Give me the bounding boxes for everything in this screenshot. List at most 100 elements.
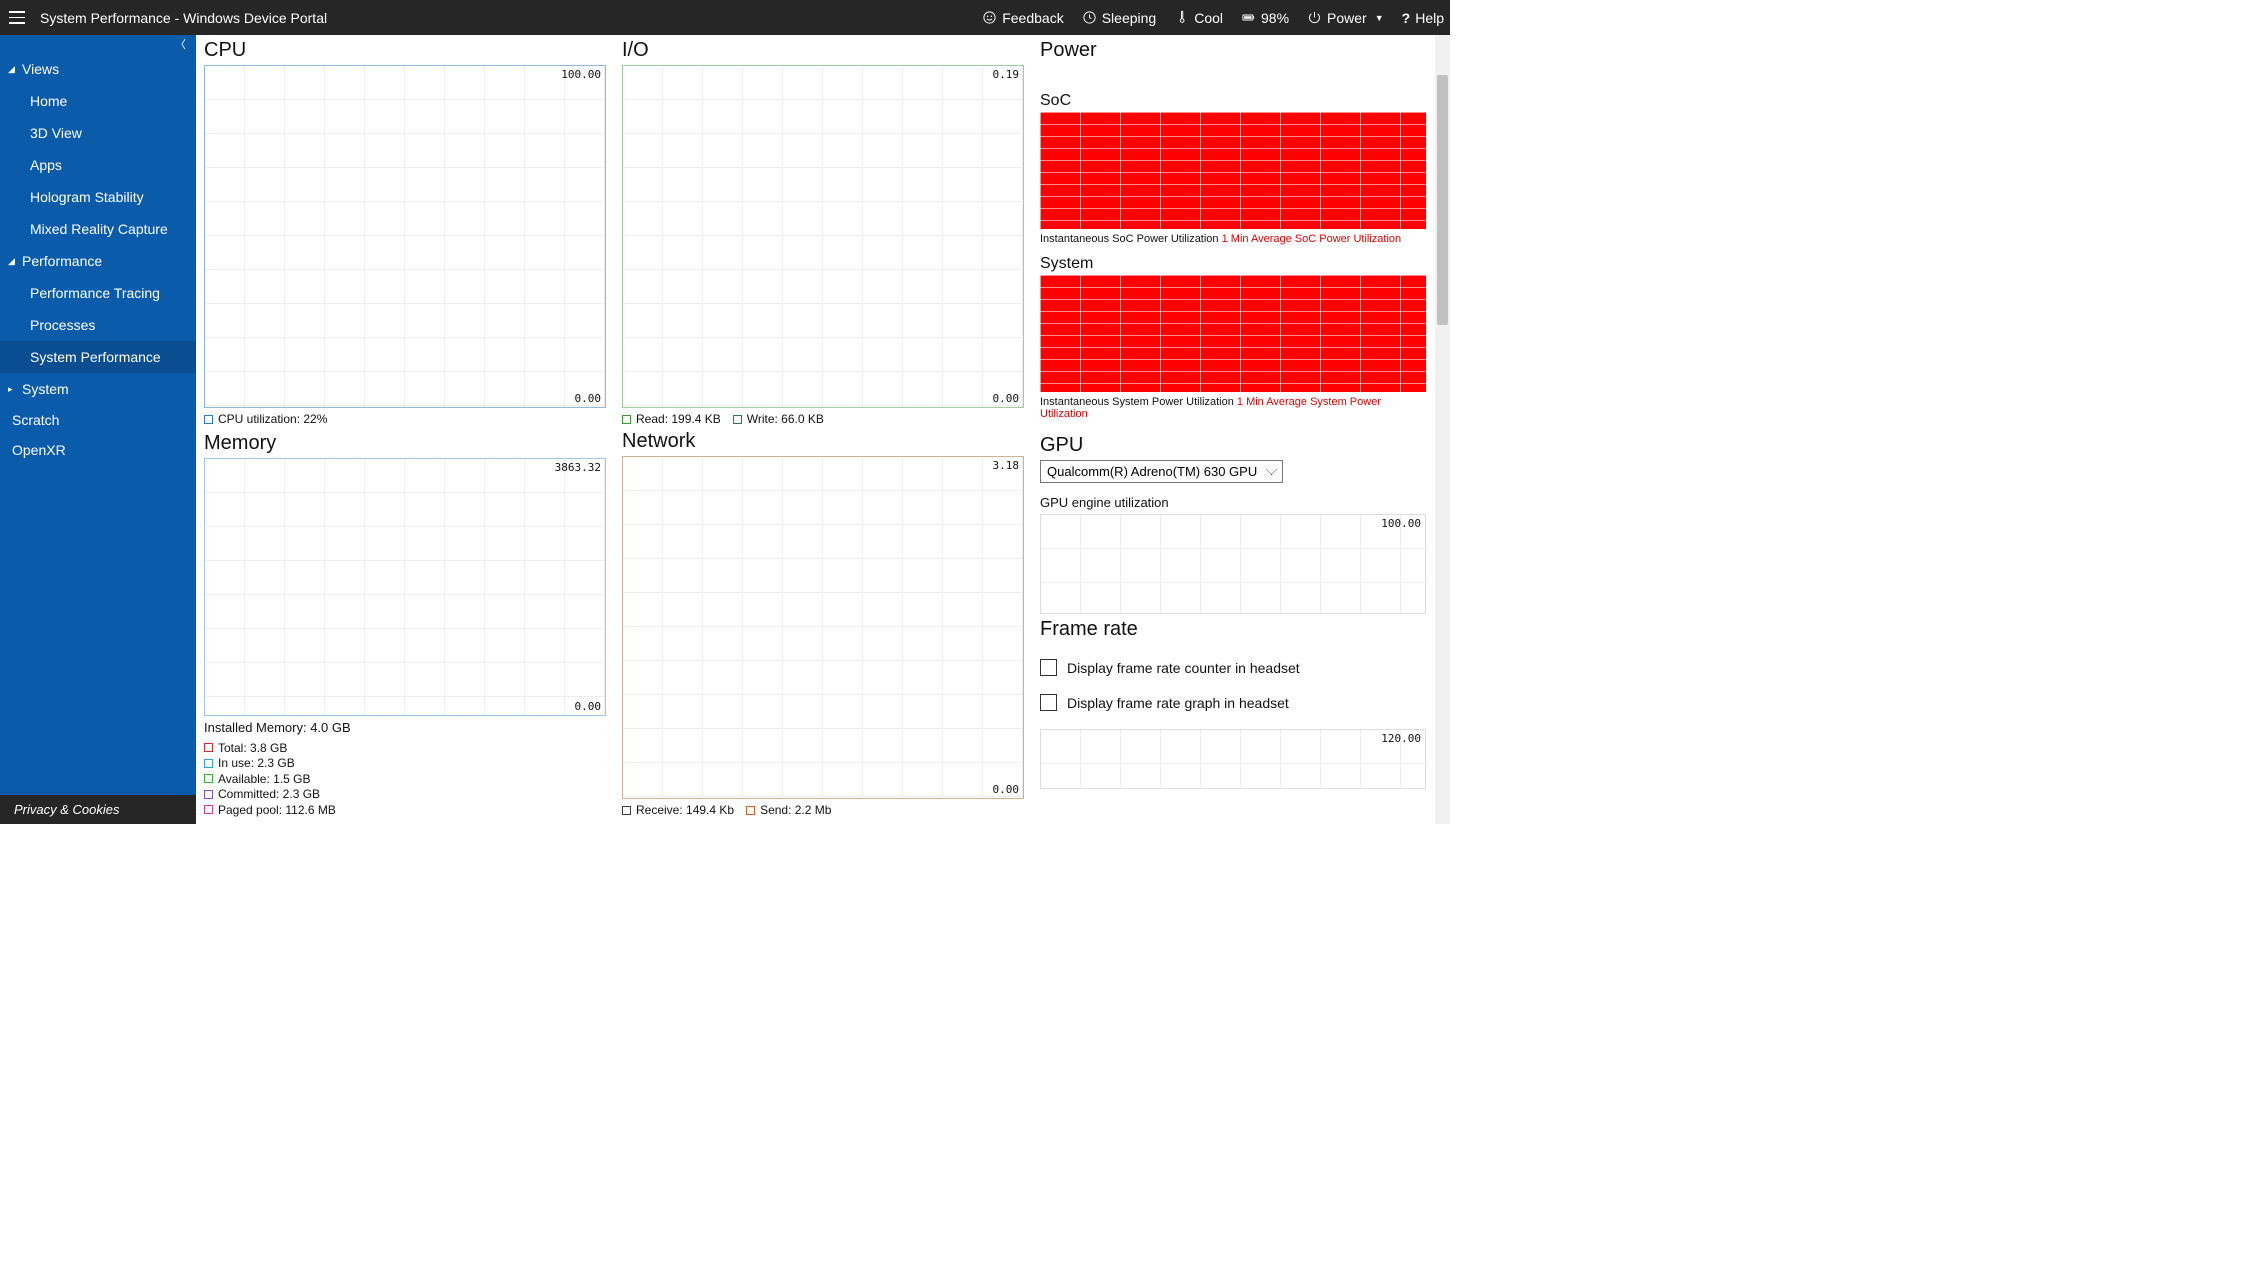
network-ymin: 0.00 (993, 783, 1020, 796)
soc-power-legend: Instantaneous SoC Power Utilization 1 Mi… (1040, 233, 1426, 245)
top-bar: System Performance - Windows Device Port… (0, 0, 1450, 35)
help-button[interactable]: ? Help (1402, 10, 1444, 26)
nav-group-label: Performance (22, 253, 102, 269)
cpu-chart: 100.00 0.00 (204, 65, 606, 408)
legend-swatch (622, 415, 631, 424)
memory-ymin: 0.00 (575, 700, 602, 713)
framerate-counter-checkbox-row[interactable]: Display frame rate counter in headset (1040, 659, 1426, 676)
network-recv-label: Receive: 149.4 Kb (636, 803, 734, 817)
network-send-label: Send: 2.2 Mb (760, 803, 831, 817)
scrollbar[interactable] (1435, 35, 1450, 824)
nav-item-processes[interactable]: Processes (0, 309, 196, 341)
checkbox[interactable] (1040, 659, 1057, 676)
caret-down-icon: ◢ (8, 256, 18, 267)
memory-title: Memory (204, 432, 606, 455)
checkbox[interactable] (1040, 694, 1057, 711)
hamburger-menu-button[interactable] (6, 7, 28, 29)
battery-status[interactable]: 98% (1241, 10, 1289, 26)
legend-swatch (204, 805, 213, 814)
system-inst-label: Instantaneous System Power Utilization (1040, 396, 1234, 408)
memory-ymax: 3863.32 (555, 461, 601, 474)
legend-swatch (204, 759, 213, 768)
gpu-select[interactable]: Qualcomm(R) Adreno(TM) 630 GPU (1040, 460, 1283, 483)
thermal-status[interactable]: Cool (1174, 10, 1223, 26)
system-power-chart (1040, 275, 1426, 392)
nav-item-3d-view[interactable]: 3D View (0, 117, 196, 149)
system-power-legend: Instantaneous System Power Utilization 1… (1040, 396, 1426, 420)
checkbox-label: Display frame rate counter in headset (1067, 660, 1300, 676)
legend-label: Total: 3.8 GB (218, 741, 287, 755)
soc-power-chart (1040, 112, 1426, 229)
nav-item-system-performance[interactable]: System Performance (0, 341, 196, 373)
io-write-label: Write: 66.0 KB (747, 412, 824, 426)
legend-swatch (204, 790, 213, 799)
legend-label: Paged pool: 112.6 MB (218, 803, 336, 817)
legend-swatch (733, 415, 742, 424)
caret-right-icon: ▸ (8, 384, 18, 395)
io-ymin: 0.00 (993, 392, 1020, 405)
gpu-panel: GPU Qualcomm(R) Adreno(TM) 630 GPU GPU e… (1032, 430, 1450, 614)
cpu-legend-swatch (204, 415, 213, 424)
help-label: Help (1415, 10, 1444, 26)
chevron-left-icon: 〈 (175, 36, 186, 52)
checkbox-label: Display frame rate graph in headset (1067, 695, 1289, 711)
scrollbar-thumb[interactable] (1437, 75, 1448, 325)
io-chart: 0.19 0.00 (622, 65, 1024, 408)
cpu-title: CPU (204, 39, 606, 62)
legend-swatch (622, 806, 631, 815)
nav-group-label: System (22, 381, 69, 397)
io-read-label: Read: 199.4 KB (636, 412, 721, 426)
caret-down-icon: ◢ (8, 64, 18, 75)
soc-inst-label: Instantaneous SoC Power Utilization (1040, 233, 1219, 245)
nav-group-performance[interactable]: ◢ Performance (0, 245, 196, 277)
page-title: System Performance - Windows Device Port… (40, 10, 327, 26)
nav-item-hologram-stability[interactable]: Hologram Stability (0, 181, 196, 213)
cpu-legend: CPU utilization: 22% (204, 412, 606, 426)
network-legend: Receive: 149.4 Kb Send: 2.2 Mb (622, 803, 1024, 817)
thermal-label: Cool (1194, 10, 1223, 26)
io-legend: Read: 199.4 KB Write: 66.0 KB (622, 412, 1024, 426)
memory-legend: Total: 3.8 GB In use: 2.3 GB Available: … (204, 741, 606, 817)
nav-item-mixed-reality-capture[interactable]: Mixed Reality Capture (0, 213, 196, 245)
nav-item-performance-tracing[interactable]: Performance Tracing (0, 277, 196, 309)
system-power-title: System (1040, 255, 1426, 273)
network-ymax: 3.18 (993, 459, 1020, 472)
nav-group-system[interactable]: ▸ System (0, 373, 196, 405)
privacy-cookies-link[interactable]: Privacy & Cookies (0, 795, 196, 824)
gpu-ymax: 100.00 (1381, 517, 1421, 530)
framerate-graph-checkbox-row[interactable]: Display frame rate graph in headset (1040, 694, 1426, 711)
gpu-title: GPU (1040, 434, 1426, 457)
framerate-chart: 120.00 (1040, 729, 1426, 789)
nav-item-home[interactable]: Home (0, 85, 196, 117)
cpu-ymin: 0.00 (575, 392, 602, 405)
memory-chart: 3863.32 0.00 (204, 458, 606, 716)
legend-swatch (204, 743, 213, 752)
nav-item-openxr[interactable]: OpenXR (0, 435, 196, 465)
power-menu[interactable]: Power ▼ (1307, 10, 1384, 26)
nav-item-scratch[interactable]: Scratch (0, 405, 196, 435)
nav-item-apps[interactable]: Apps (0, 149, 196, 181)
legend-swatch (204, 774, 213, 783)
sidebar: 〈 ◢ Views Home 3D View Apps Hologram Sta… (0, 35, 196, 824)
io-ymax: 0.19 (993, 68, 1020, 81)
battery-icon (1241, 10, 1256, 25)
io-title: I/O (622, 39, 1024, 62)
clock-icon (1082, 10, 1097, 25)
nav-group-views[interactable]: ◢ Views (0, 53, 196, 85)
feedback-label: Feedback (1002, 10, 1063, 26)
soc-avg-label: 1 Min Average SoC Power Utilization (1222, 233, 1402, 245)
cpu-ymax: 100.00 (561, 68, 601, 81)
collapse-sidebar-button[interactable]: 〈 (0, 35, 196, 53)
smiley-icon (982, 10, 997, 25)
power-icon (1307, 10, 1322, 25)
legend-label: Committed: 2.3 GB (218, 787, 320, 801)
cpu-legend-label: CPU utilization: 22% (218, 412, 327, 426)
memory-installed: Installed Memory: 4.0 GB (204, 720, 606, 735)
io-panel: I/O 0.19 0.00 Read: 199.4 KB Write: 66.0… (614, 35, 1032, 426)
content-area: CPU 100.00 0.00 CPU utilization: 22% Mem… (196, 35, 1450, 824)
sleeping-status[interactable]: Sleeping (1082, 10, 1157, 26)
chevron-down-icon: ▼ (1375, 13, 1384, 23)
soc-title: SoC (1040, 92, 1426, 110)
nav-group-label: Views (22, 61, 59, 77)
feedback-button[interactable]: Feedback (982, 10, 1063, 26)
